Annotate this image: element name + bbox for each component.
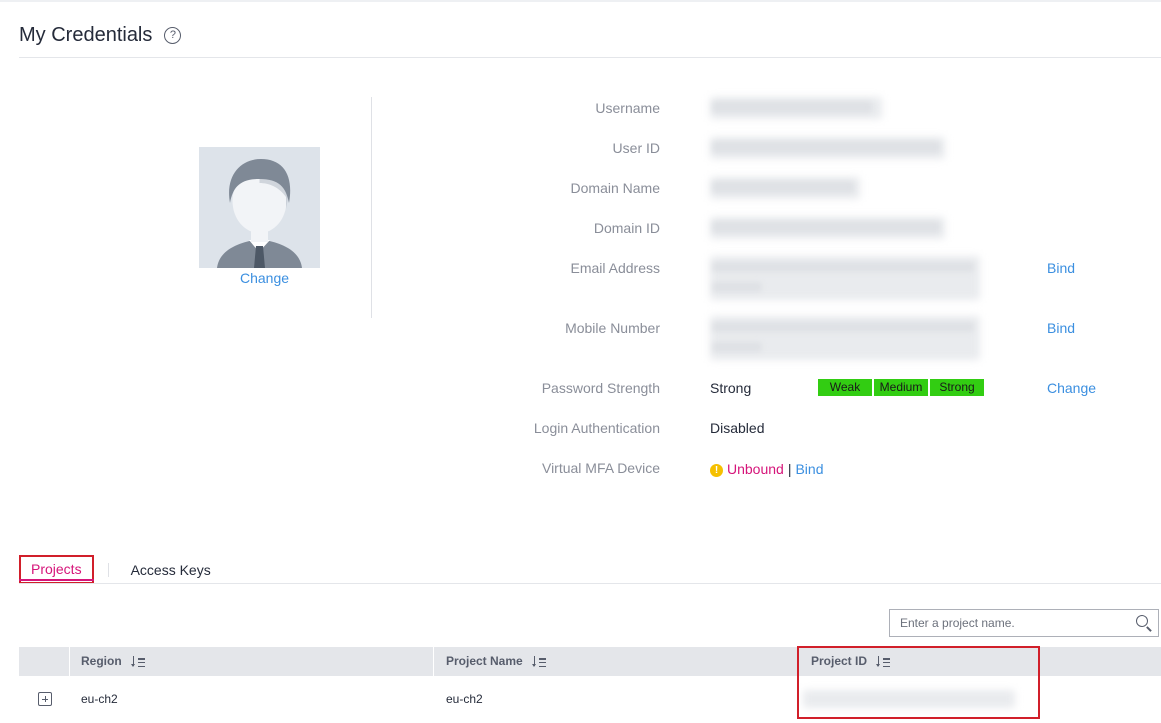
bind-email-link[interactable]: Bind bbox=[1047, 260, 1075, 276]
search-icon[interactable] bbox=[1130, 610, 1158, 636]
email-redaction-line-2 bbox=[712, 282, 762, 292]
avatar bbox=[199, 147, 320, 268]
email-label: Email Address bbox=[570, 260, 660, 276]
login-auth-value: Disabled bbox=[710, 420, 765, 436]
strength-segment-medium: Medium bbox=[874, 379, 928, 396]
column-header-region[interactable]: Region bbox=[69, 647, 433, 676]
tabs-divider bbox=[19, 583, 1161, 584]
active-tab-indicator bbox=[19, 579, 94, 581]
password-strength-value: Strong bbox=[710, 380, 752, 396]
project-name-cell: eu-ch2 bbox=[446, 692, 483, 706]
column-label: Region bbox=[81, 654, 122, 668]
mobile-label: Mobile Number bbox=[565, 320, 660, 336]
expand-icon[interactable] bbox=[38, 692, 52, 706]
project-search-input[interactable] bbox=[890, 610, 1130, 636]
column-header-project-name[interactable]: Project Name bbox=[434, 647, 798, 676]
change-avatar-link[interactable]: Change bbox=[199, 270, 330, 286]
email-redaction-line-1 bbox=[712, 262, 974, 272]
page-header: My Credentials ? bbox=[19, 24, 182, 47]
warning-icon: ! bbox=[710, 464, 723, 477]
region-cell: eu-ch2 bbox=[81, 692, 118, 706]
domain-name-label: Domain Name bbox=[570, 180, 660, 196]
strength-segment-strong: Strong bbox=[930, 379, 984, 396]
user-id-label: User ID bbox=[612, 140, 660, 156]
mobile-redaction-line-2 bbox=[712, 342, 762, 352]
mfa-status-group: ! Unbound | Bind bbox=[710, 461, 824, 477]
page-title: My Credentials bbox=[19, 24, 153, 46]
column-label: Project Name bbox=[446, 654, 523, 668]
bind-mfa-link[interactable]: Bind bbox=[795, 461, 823, 477]
domain-id-redaction bbox=[712, 221, 940, 233]
mobile-redaction-line-1 bbox=[712, 322, 974, 332]
password-strength-meter: Weak Medium Strong bbox=[818, 379, 986, 396]
top-border bbox=[0, 0, 1161, 2]
mfa-label: Virtual MFA Device bbox=[541, 460, 660, 476]
header-divider bbox=[19, 57, 1161, 58]
username-label: Username bbox=[595, 100, 660, 116]
sort-icon[interactable] bbox=[130, 656, 145, 667]
domain-id-label: Domain ID bbox=[593, 220, 660, 236]
tab-divider bbox=[107, 562, 109, 577]
bind-mobile-link[interactable]: Bind bbox=[1047, 320, 1075, 336]
sort-icon[interactable] bbox=[531, 656, 546, 667]
project-search bbox=[889, 609, 1159, 637]
user-id-redaction bbox=[712, 141, 940, 153]
vertical-divider bbox=[371, 97, 372, 318]
domain-name-redaction bbox=[712, 181, 854, 193]
change-password-link[interactable]: Change bbox=[1047, 380, 1096, 396]
strength-segment-weak: Weak bbox=[818, 379, 872, 396]
username-redaction bbox=[712, 101, 872, 113]
help-icon[interactable]: ? bbox=[164, 27, 182, 44]
login-auth-label: Login Authentication bbox=[533, 420, 660, 436]
password-strength-label: Password Strength bbox=[541, 380, 660, 396]
user-silhouette-icon bbox=[199, 147, 320, 268]
mfa-separator: | bbox=[787, 461, 792, 477]
project-id-highlight bbox=[797, 646, 1040, 719]
mfa-status: Unbound bbox=[727, 461, 784, 477]
tab-access-keys[interactable]: Access Keys bbox=[131, 562, 211, 578]
